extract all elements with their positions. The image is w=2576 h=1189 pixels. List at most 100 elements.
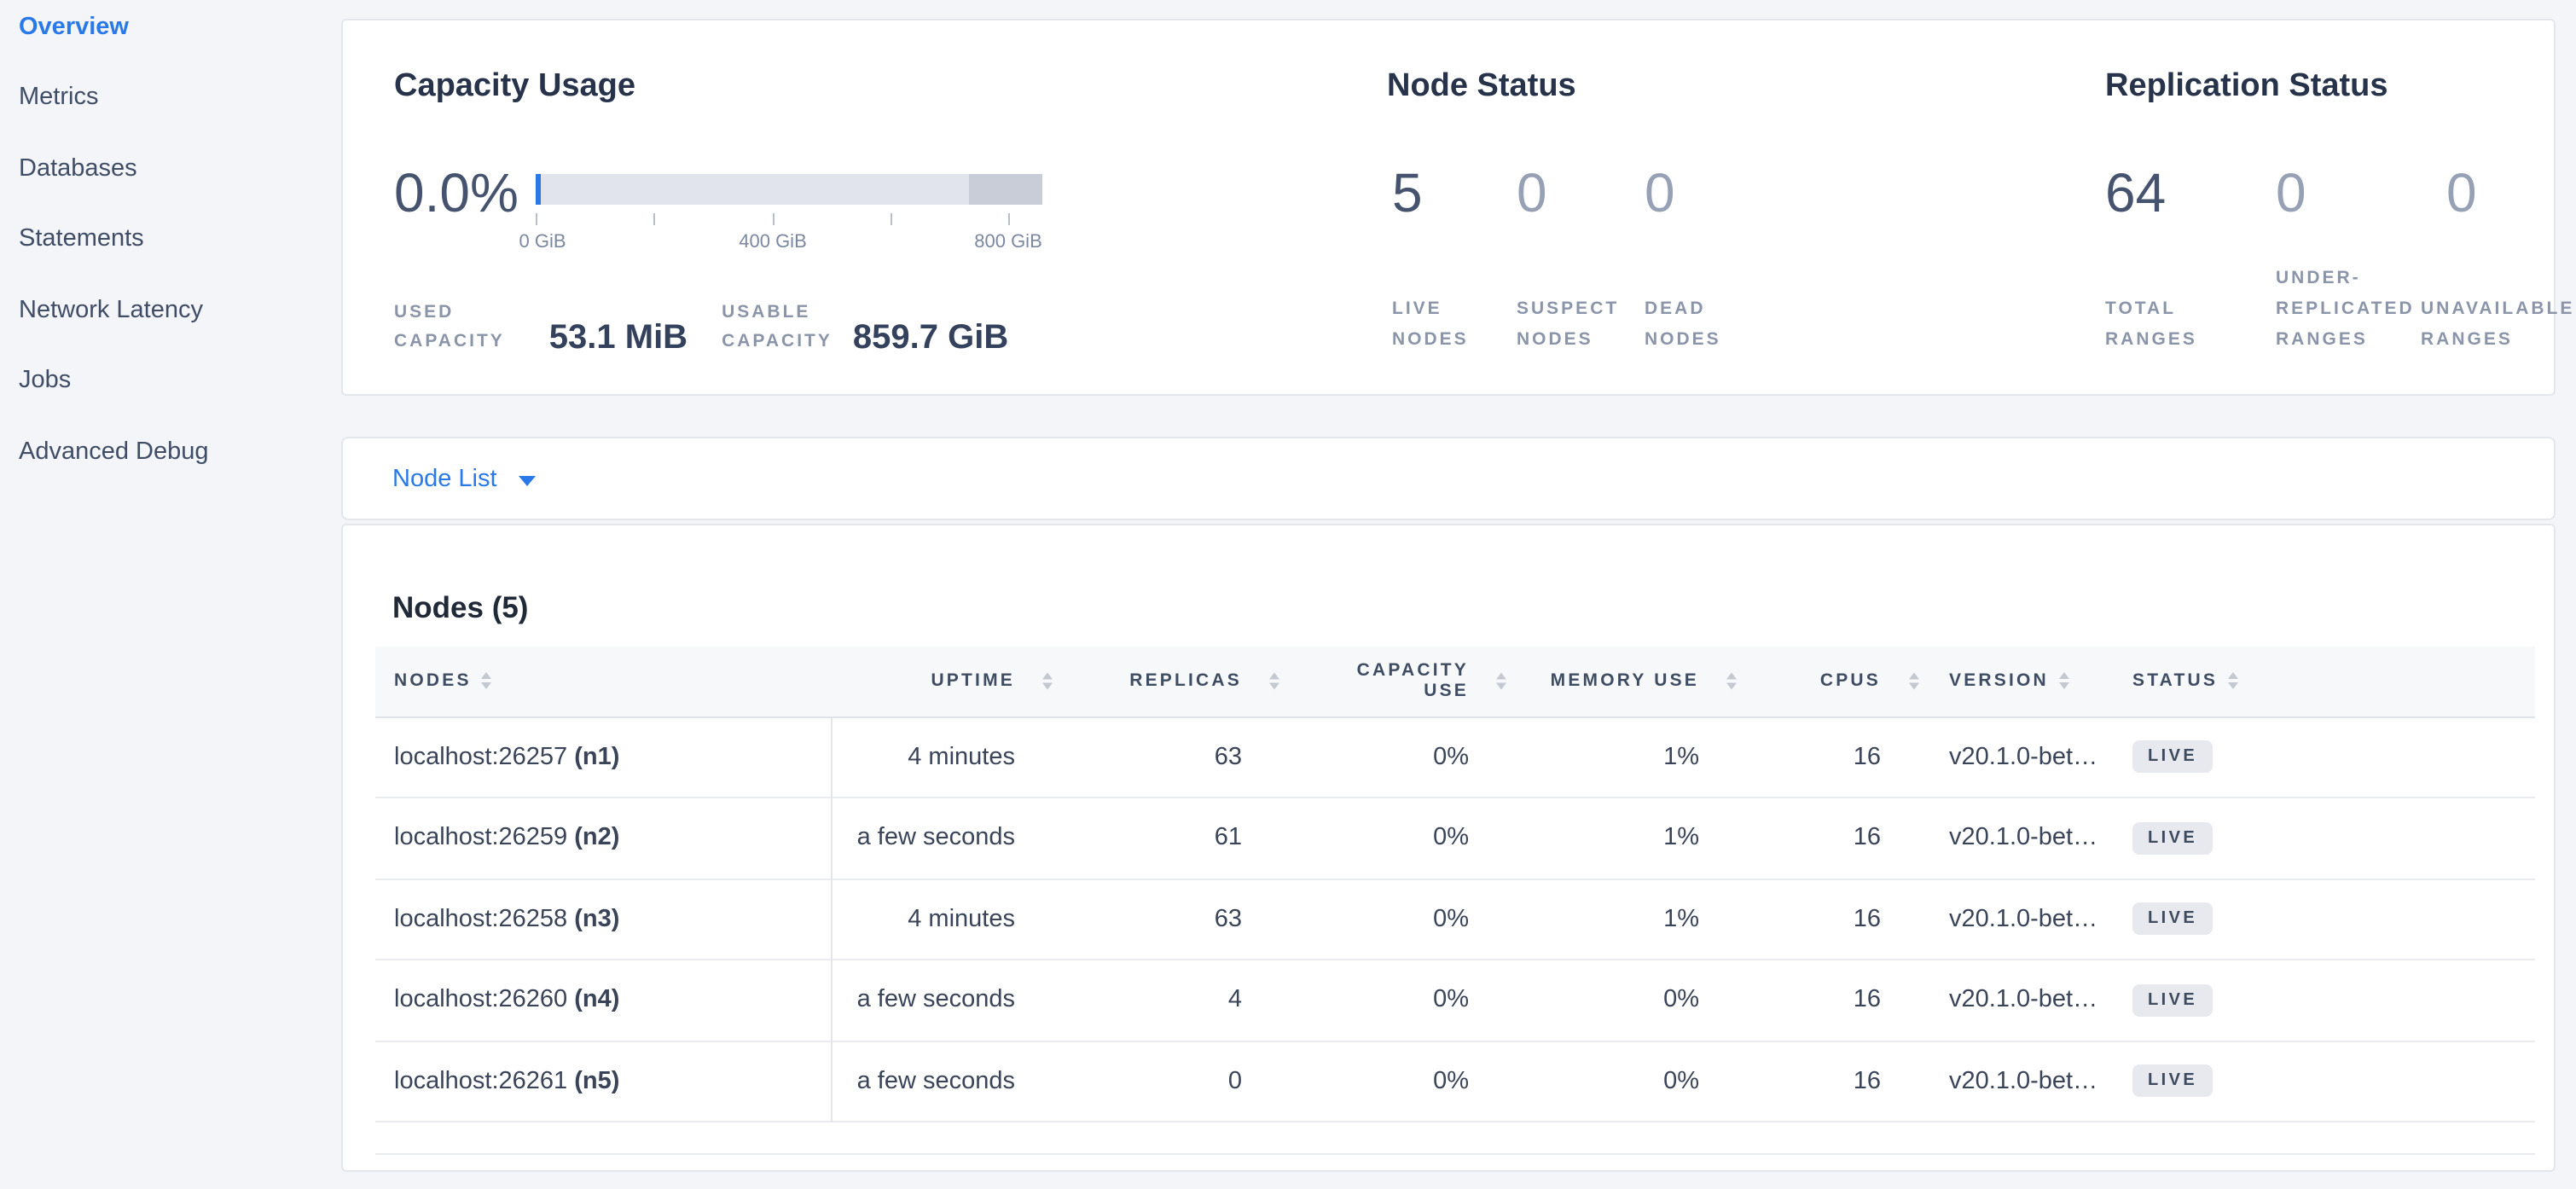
sort-icon — [2059, 673, 2069, 689]
total-ranges-label: TOTALRANGES — [2105, 293, 2197, 355]
uptime-cell: a few seconds — [831, 825, 1027, 852]
column-header-replicas[interactable]: REPLICAS — [1027, 646, 1254, 716]
status-badge: LIVE — [2132, 903, 2213, 936]
table-row: localhost:26257 (n1) 4 minutes 63 0% 1% … — [375, 717, 2534, 798]
sidebar: Overview Metrics Databases Statements Ne… — [0, 0, 338, 1189]
node-address[interactable]: localhost:26261 (n5) — [375, 1068, 831, 1095]
nodes-column-divider — [831, 717, 833, 1122]
column-header-nodes[interactable]: NODES — [375, 646, 831, 716]
node-list-dropdown-label: Node List — [392, 465, 497, 492]
node-address[interactable]: localhost:26260 (n4) — [375, 987, 831, 1014]
node-list-dropdown[interactable]: Node List — [343, 465, 537, 492]
axis-tick — [536, 213, 537, 225]
nodes-heading: Nodes (5) — [392, 590, 528, 626]
replicas-cell: 0 — [1027, 1068, 1254, 1095]
memory-use-cell: 1% — [1481, 744, 1711, 771]
memory-use-cell: 1% — [1481, 906, 1711, 933]
status-cell: LIVE — [2121, 822, 2534, 855]
replicas-cell: 63 — [1027, 744, 1254, 771]
usable-capacity-value: 859.7 GiB — [853, 319, 1008, 357]
capacity-usage-bar — [536, 174, 1042, 205]
capacity-percent: 0.0% — [394, 164, 519, 222]
node-address[interactable]: localhost:26258 (n3) — [375, 906, 831, 933]
cluster-summary-card: Capacity Usage 0.0% 0 GiB 400 GiB 800 Gi… — [341, 19, 2556, 396]
version-cell: v20.1.0-bet… — [1893, 744, 2121, 771]
uptime-cell: 4 minutes — [831, 906, 1027, 933]
cpus-cell: 16 — [1711, 1068, 1893, 1095]
table-row: localhost:26259 (n2) a few seconds 61 0%… — [375, 798, 2534, 879]
capacity-use-cell: 0% — [1254, 744, 1481, 771]
unavailable-ranges-value: 0 — [2446, 164, 2477, 222]
column-header-status[interactable]: STATUS — [2121, 646, 2534, 716]
usable-capacity-label: USABLE CAPACITY — [722, 299, 833, 357]
node-address[interactable]: localhost:26259 (n2) — [375, 825, 831, 852]
node-address[interactable]: localhost:26257 (n1) — [375, 744, 831, 771]
column-header-uptime[interactable]: UPTIME — [831, 646, 1027, 716]
sidebar-item-databases[interactable]: Databases — [0, 133, 338, 204]
version-cell: v20.1.0-bet… — [1893, 825, 2121, 852]
capacity-stats: USED CAPACITY 53.1 MiB USABLE CAPACITY 8… — [394, 299, 1008, 357]
memory-use-cell: 0% — [1481, 987, 1711, 1014]
status-cell: LIVE — [2121, 1065, 2534, 1098]
admin-ui-page: Overview Metrics Databases Statements Ne… — [0, 0, 2576, 1189]
sort-icon — [2228, 673, 2238, 689]
uptime-cell: 4 minutes — [831, 744, 1027, 771]
sidebar-item-jobs[interactable]: Jobs — [0, 345, 338, 416]
column-header-capacity-use[interactable]: CAPACITYUSE — [1254, 646, 1481, 716]
unavailable-ranges-label: UNAVAILABLERANGES — [2421, 293, 2574, 355]
suspect-nodes-value: 0 — [1517, 164, 1547, 222]
suspect-nodes-label: SUSPECTNODES — [1517, 293, 1619, 355]
sidebar-item-metrics[interactable]: Metrics — [0, 62, 338, 133]
axis-tick — [891, 213, 892, 225]
version-cell: v20.1.0-bet… — [1893, 906, 2121, 933]
memory-use-cell: 1% — [1481, 825, 1711, 852]
uptime-cell: a few seconds — [831, 987, 1027, 1014]
status-badge: LIVE — [2132, 984, 2213, 1017]
live-nodes-label: LIVENODES — [1392, 293, 1469, 355]
capacity-use-cell: 0% — [1254, 987, 1481, 1014]
table-header-row: NODES UPTIME REPLICAS CAPACITYUSE MEMORY… — [375, 646, 2534, 717]
cpus-cell: 16 — [1711, 906, 1893, 933]
axis-label-800: 800 GiB — [974, 232, 1042, 252]
table-row: localhost:26258 (n3) 4 minutes 63 0% 1% … — [375, 879, 2534, 960]
capacity-use-cell: 0% — [1254, 1068, 1481, 1095]
replicas-cell: 63 — [1027, 906, 1254, 933]
status-cell: LIVE — [2121, 741, 2534, 774]
version-cell: v20.1.0-bet… — [1893, 1068, 2121, 1095]
version-cell: v20.1.0-bet… — [1893, 987, 2121, 1014]
cpus-cell: 16 — [1711, 825, 1893, 852]
used-capacity-label: USED CAPACITY — [394, 299, 505, 357]
capacity-usage-title: Capacity Usage — [394, 68, 635, 106]
sidebar-item-advanced-debug[interactable]: Advanced Debug — [0, 416, 338, 487]
sidebar-item-network-latency[interactable]: Network Latency — [0, 275, 338, 345]
capacity-use-cell: 0% — [1254, 906, 1481, 933]
sidebar-item-overview[interactable]: Overview — [0, 0, 338, 62]
axis-label-400: 400 GiB — [739, 232, 807, 252]
status-badge: LIVE — [2132, 741, 2213, 774]
capacity-use-cell: 0% — [1254, 825, 1481, 852]
status-badge: LIVE — [2132, 822, 2213, 855]
status-cell: LIVE — [2121, 984, 2534, 1017]
nodes-table: NODES UPTIME REPLICAS CAPACITYUSE MEMORY… — [375, 646, 2534, 1154]
cpus-cell: 16 — [1711, 744, 1893, 771]
axis-tick — [653, 213, 655, 225]
axis-tick — [773, 213, 775, 225]
replication-status-title: Replication Status — [2105, 68, 2388, 106]
uptime-cell: a few seconds — [831, 1068, 1027, 1095]
column-header-cpus[interactable]: CPUS — [1711, 646, 1893, 716]
memory-use-cell: 0% — [1481, 1068, 1711, 1095]
under-replicated-value: 0 — [2276, 164, 2306, 222]
table-row: localhost:26260 (n4) a few seconds 4 0% … — [375, 960, 2534, 1041]
column-header-version[interactable]: VERSION — [1893, 646, 2121, 716]
status-cell: LIVE — [2121, 903, 2534, 936]
column-header-memory-use[interactable]: MEMORY USE — [1481, 646, 1711, 716]
dead-nodes-value: 0 — [1645, 164, 1675, 222]
status-badge: LIVE — [2132, 1065, 2213, 1098]
under-replicated-label: UNDER-REPLICATEDRANGES — [2276, 263, 2415, 355]
used-capacity-value: 53.1 MiB — [549, 319, 688, 357]
capacity-used-indicator — [536, 174, 540, 205]
table-row: localhost:26261 (n5) a few seconds 0 0% … — [375, 1041, 2534, 1122]
sidebar-item-statements[interactable]: Statements — [0, 204, 338, 275]
axis-tick — [1008, 213, 1010, 225]
dead-nodes-label: DEADNODES — [1645, 293, 1721, 355]
